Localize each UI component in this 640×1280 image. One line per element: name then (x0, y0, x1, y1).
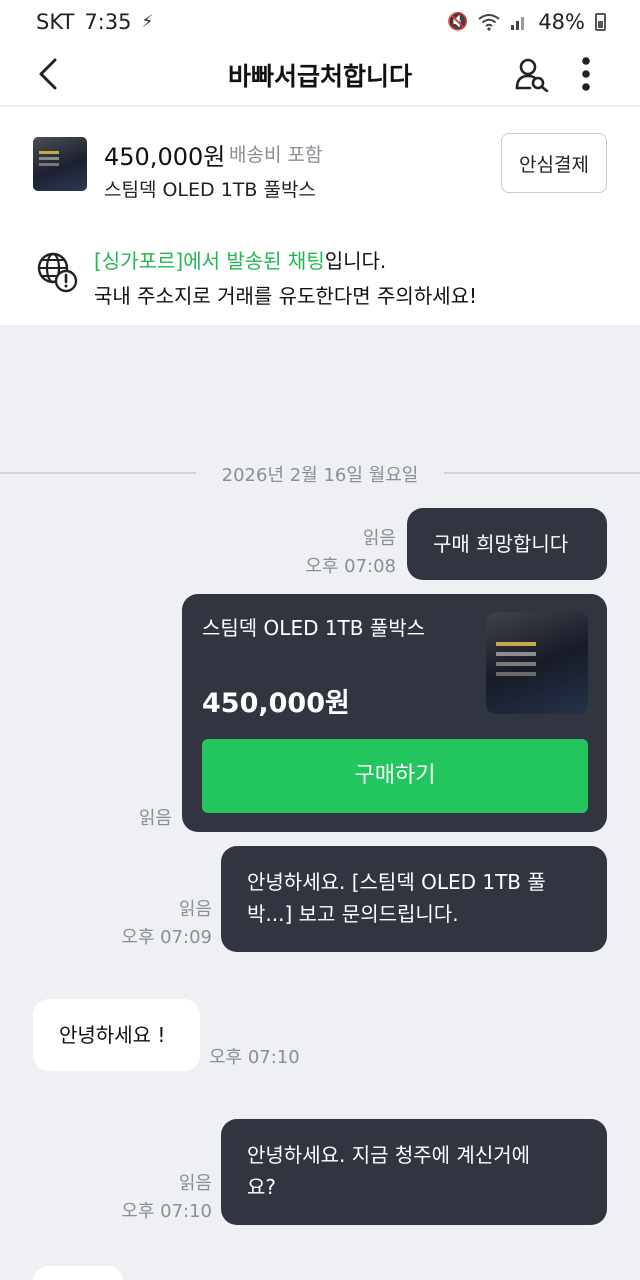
back-button[interactable] (26, 52, 70, 96)
card-product-title: 스팀덱 OLED 1TB 풀박스 (202, 616, 426, 640)
sent-message-bubble[interactable]: 안녕하세요. 지금 청주에 계신거에 요? (221, 1119, 607, 1225)
notice-suffix: 입니다. (324, 249, 387, 273)
sent-message-bubble[interactable]: 안녕하세요. [스팀덱 OLED 1TB 풀 박...] 보고 문의드립니다. (221, 846, 607, 952)
message-text-line-2: 박...] 보고 문의드립니다. (247, 902, 459, 926)
date-label: 2026년 2월 16일 월요일 (221, 465, 419, 486)
shipping-note: 배송비 포함 (229, 144, 323, 166)
profile-search-button[interactable] (508, 50, 556, 98)
product-name: 스팀덱 OLED 1TB 풀박스 (104, 179, 316, 201)
message-time: 오후 07:10 (209, 1047, 300, 1068)
message-meta: 읽음 오후 07:10 (100, 1170, 212, 1226)
message-meta: 읽음 오후 07:08 (280, 525, 396, 581)
received-message-bubble-partial[interactable] (33, 1266, 123, 1280)
message-time: 오후 07:09 (121, 926, 212, 948)
read-status: 읽음 (178, 1173, 212, 1194)
clock: 7:35 (84, 10, 132, 34)
overseas-warning-notice: [싱가포르]에서 발송된 채팅입니다. 국내 주소지로 거래를 유도한다면 주의… (0, 219, 640, 325)
notice-highlight: [싱가포르]에서 발송된 채팅 (94, 249, 325, 273)
chevron-left-icon (39, 58, 57, 90)
notice-line-1: [싱가포르]에서 발송된 채팅입니다. (94, 245, 386, 274)
product-price: 450,000원 (104, 143, 226, 171)
app-notification-icon: ⚡ (141, 12, 154, 32)
battery-icon (595, 13, 606, 31)
message-text: 구매 희망합니다 (433, 532, 569, 556)
product-info-bar[interactable]: 450,000원 배송비 포함 스팀덱 OLED 1TB 풀박스 안심결제 (0, 107, 640, 219)
more-vertical-icon (582, 57, 590, 91)
globe-warning-icon (37, 252, 78, 293)
card-product-image[interactable] (486, 612, 588, 714)
message-meta: 읽음 (120, 805, 172, 833)
sent-message-bubble[interactable]: 구매 희망합니다 (407, 508, 607, 580)
divider-line-right (444, 472, 640, 474)
message-time: 오후 07:10 (121, 1200, 212, 1222)
mute-icon: 🔇 (447, 12, 469, 32)
battery-percent: 48% (538, 10, 585, 34)
message-text-line-2: 요? (247, 1175, 277, 1199)
carrier: SKT (36, 10, 75, 34)
buy-button[interactable]: 구매하기 (202, 739, 588, 813)
read-status: 읽음 (178, 899, 212, 920)
date-divider: 2026년 2월 16일 월요일 (0, 460, 640, 486)
product-thumbnail[interactable] (33, 137, 87, 191)
message-meta: 읽음 오후 07:09 (100, 896, 212, 952)
received-message-bubble[interactable]: 안녕하세요 ! (33, 999, 200, 1071)
message-time: 오후 07:08 (305, 555, 396, 577)
chat-header: 바빠서급처합니다 (0, 44, 640, 106)
wifi-icon (478, 14, 500, 31)
read-status: 읽음 (138, 808, 172, 829)
user-search-icon (515, 58, 549, 92)
message-text: 안녕하세요 ! (59, 1023, 166, 1047)
divider-line-left (0, 472, 196, 474)
product-card-message[interactable]: 스팀덱 OLED 1TB 풀박스 450,000원 구매하기 (182, 594, 607, 832)
message-meta: 오후 07:10 (209, 1044, 329, 1072)
notice-line-2: 국내 주소지로 거래를 유도한다면 주의하세요! (94, 284, 478, 308)
read-status: 읽음 (362, 528, 396, 549)
signal-icon (511, 17, 525, 30)
safe-pay-button[interactable]: 안심결제 (501, 133, 607, 193)
more-options-button[interactable] (566, 50, 606, 98)
card-product-price: 450,000원 (202, 688, 350, 719)
message-text-line-1: 안녕하세요. 지금 청주에 계신거에 (247, 1143, 531, 1167)
status-bar: SKT 7:35 ⚡ 🔇 48% (0, 0, 640, 44)
message-text-line-1: 안녕하세요. [스팀덱 OLED 1TB 풀 (247, 870, 546, 894)
